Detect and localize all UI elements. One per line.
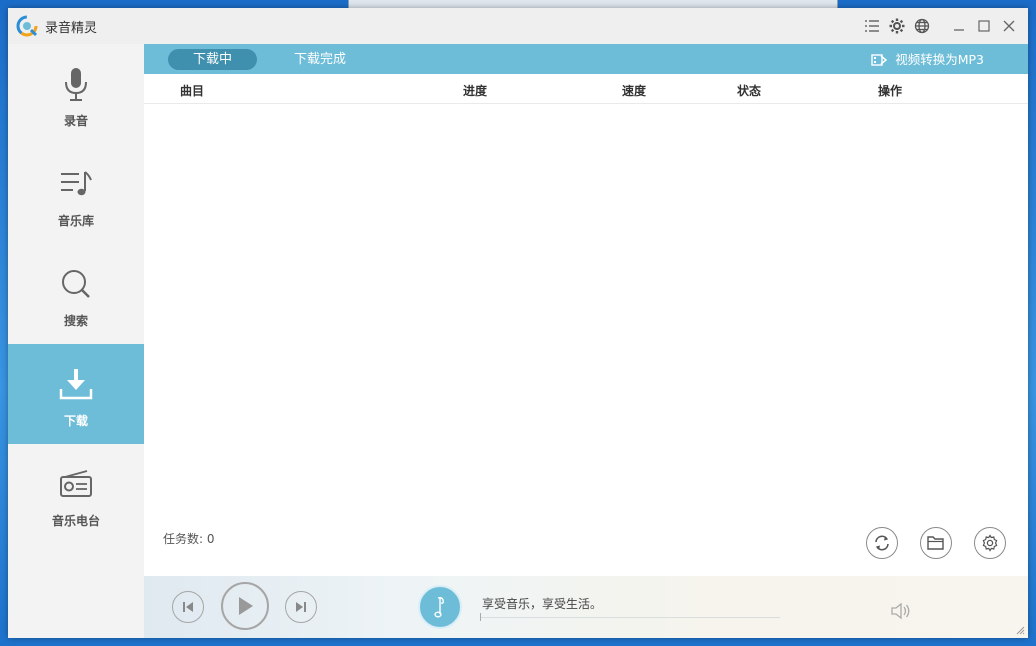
globe-icon[interactable] — [913, 17, 931, 35]
close-icon[interactable] — [1000, 17, 1018, 35]
convert-to-mp3-button[interactable]: 视频转换为MP3 — [871, 49, 984, 70]
column-header-track[interactable]: 曲目 — [180, 82, 204, 99]
menu-icon[interactable] — [863, 17, 881, 35]
player-bar: 享受音乐，享受生活。 — [144, 576, 1028, 638]
column-header-speed[interactable]: 速度 — [622, 82, 646, 99]
sidebar-item-label: 录音 — [63, 114, 88, 128]
tab-downloading[interactable]: 下载中 — [168, 49, 257, 70]
task-count: 任务数: 0 — [163, 532, 215, 546]
sidebar-item-record[interactable]: 录音 — [8, 44, 144, 144]
download-icon — [56, 364, 96, 404]
sidebar-item-label: 下载 — [63, 414, 88, 428]
app-window: 录音精灵 录音 音乐库 搜索 下载 音乐电台 下载中 下载完成 视频转换为MP3… — [8, 8, 1028, 638]
album-art — [418, 585, 462, 629]
download-panel: 下载中 下载完成 视频转换为MP3 曲目 进度 速度 状态 操作 任务数: 0 — [144, 44, 1028, 576]
volume-icon[interactable] — [890, 601, 912, 621]
sidebar-item-label: 音乐电台 — [51, 514, 100, 528]
next-button[interactable] — [285, 591, 317, 623]
app-logo-icon — [16, 15, 38, 37]
play-button[interactable] — [221, 582, 269, 630]
sidebar-item-music-library[interactable]: 音乐库 — [8, 144, 144, 244]
sidebar-item-label: 搜索 — [63, 314, 88, 328]
refresh-icon — [875, 535, 889, 551]
gear-icon — [982, 534, 998, 552]
column-header-actions[interactable]: 操作 — [878, 82, 902, 99]
search-icon — [56, 264, 96, 304]
download-settings-button[interactable] — [974, 527, 1006, 559]
settings-icon[interactable] — [888, 17, 906, 35]
previous-icon — [183, 602, 193, 612]
music-library-icon — [56, 164, 96, 204]
tab-bar: 下载中 下载完成 视频转换为MP3 — [144, 44, 1028, 74]
refresh-button[interactable] — [866, 527, 898, 559]
table-header: 曲目 进度 速度 状态 操作 — [144, 74, 1028, 104]
progress-handle[interactable] — [480, 613, 481, 621]
folder-icon — [927, 536, 944, 550]
sidebar-item-download[interactable]: 下载 — [8, 344, 144, 444]
sidebar-item-label: 音乐库 — [57, 214, 94, 228]
next-icon — [296, 602, 306, 612]
video-convert-icon — [871, 53, 888, 66]
play-icon — [239, 597, 253, 615]
convert-label: 视频转换为MP3 — [895, 52, 984, 67]
now-playing-text: 享受音乐，享受生活。 — [482, 597, 603, 611]
maximize-icon[interactable] — [975, 17, 993, 35]
progress-track[interactable] — [480, 617, 780, 618]
microphone-icon — [56, 64, 96, 104]
sidebar-item-radio[interactable]: 音乐电台 — [8, 444, 144, 544]
music-note-icon — [434, 597, 444, 618]
open-folder-button[interactable] — [920, 527, 952, 559]
sidebar-item-search[interactable]: 搜索 — [8, 244, 144, 344]
resize-grip-icon[interactable] — [1015, 625, 1025, 635]
tab-completed[interactable]: 下载完成 — [280, 49, 360, 70]
minimize-icon[interactable] — [950, 17, 968, 35]
column-header-status[interactable]: 状态 — [737, 82, 761, 99]
previous-button[interactable] — [172, 591, 204, 623]
radio-icon — [56, 464, 96, 504]
title-bar[interactable]: 录音精灵 — [8, 8, 1028, 44]
column-header-progress[interactable]: 进度 — [463, 82, 487, 99]
app-title: 录音精灵 — [45, 21, 98, 36]
sidebar: 录音 音乐库 搜索 下载 音乐电台 — [8, 44, 144, 638]
